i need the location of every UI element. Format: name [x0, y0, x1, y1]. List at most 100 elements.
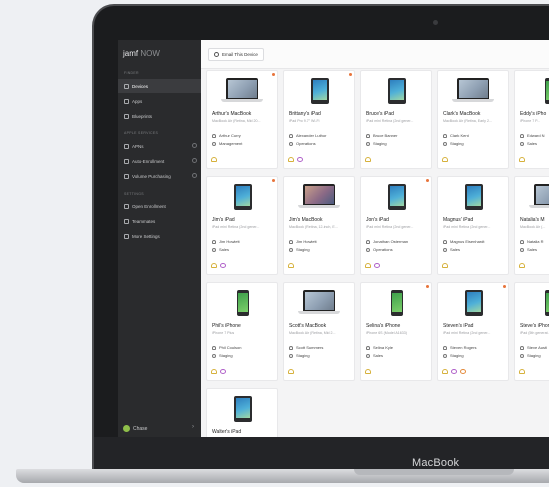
device-card[interactable]: Magnus' iPad iPad mini Retina (2nd gener.…	[437, 176, 509, 275]
group-icon	[212, 353, 216, 358]
auto-enrollment-status-icon	[192, 158, 197, 163]
sidebar-item-blueprints[interactable]: Blueprints	[118, 109, 201, 123]
sidebar-item-more-settings[interactable]: More Settings	[118, 229, 201, 243]
sidebar-item-open-enrollment[interactable]: Open Enrollment	[118, 199, 201, 213]
device-name: Scott's MacBook	[289, 323, 327, 329]
chevron-right-icon[interactable]: ›	[192, 424, 194, 430]
sidebar-item-apps[interactable]: Apps	[118, 94, 201, 108]
device-group-name: Sales	[527, 247, 538, 252]
device-card[interactable]: Bruce's iPad iPad mini Retina (2nd gener.…	[360, 70, 432, 169]
device-group: Operations	[289, 141, 316, 146]
device-group: Sales	[366, 353, 383, 358]
device-group: Sales	[520, 141, 537, 146]
device-card[interactable]: Phil's iPhone iPhone 7 Plus Phil Coulson St…	[206, 282, 278, 381]
sidebar-item-label: APNs	[132, 143, 144, 149]
sidebar-item-label: Devices	[132, 83, 149, 89]
device-user-name: Edward N	[527, 133, 545, 138]
sidebar-item-label: Volume Purchasing	[132, 173, 171, 179]
device-user-name: Phil Coulson	[219, 345, 242, 350]
user-menu[interactable]: Chase	[123, 425, 147, 432]
sidebar-item-volume-purchasing[interactable]: Volume Purchasing	[118, 169, 201, 183]
circle-icon	[460, 369, 466, 374]
device-card[interactable]: Selina's iPhone iPhone 6S (Model A1633) Se…	[360, 282, 432, 381]
people-icon	[374, 263, 380, 268]
device-card[interactable]: Walter's iPadiPad mini Retina (2nd gener…	[206, 388, 278, 437]
device-name: Jim's iPad	[212, 217, 235, 223]
people-icon	[451, 369, 457, 374]
device-card[interactable]: Jim's MacBook MacBook (Retina, 12-inch, E…	[283, 176, 355, 275]
device-card[interactable]: Eddy's iPho iPhone 7 P... Edward N Sales	[514, 70, 549, 169]
device-card[interactable]: Natalia's M MacBook Air (... Natalia R Sale…	[514, 176, 549, 275]
open-enrollment-icon	[124, 203, 129, 209]
device-card[interactable]: Brittany's iPad iPad Pro 9.7" Wi-Fi Alexan…	[283, 70, 355, 169]
device-group-name: Operations	[296, 141, 316, 146]
device-user-name: Selina Kyle	[373, 345, 394, 350]
device-model: iPad mini Retina (2nd gener...	[443, 225, 491, 229]
device-card[interactable]: Jim's iPad iPad mini Retina (2nd gener...…	[206, 176, 278, 275]
device-group-name: Sales	[450, 247, 461, 252]
apps-icon	[124, 98, 129, 104]
device-user-name: Scott Summers	[296, 345, 324, 350]
group-icon	[289, 353, 293, 358]
people-icon	[220, 369, 226, 374]
person-icon	[212, 239, 216, 244]
device-group-name: Staging	[450, 141, 464, 146]
device-group-name: Management	[219, 141, 243, 146]
device-card[interactable]: Steven's iPad iPad mini Retina (2nd gener…	[437, 282, 509, 381]
email-button-label: Email This Device	[222, 52, 258, 57]
macbook-icon	[298, 290, 340, 316]
group-icon	[212, 247, 216, 252]
device-user: Phil Coulson	[212, 345, 241, 350]
lock-icon	[365, 369, 371, 374]
auto-enrollment-icon	[124, 158, 129, 164]
sidebar-item-auto-enrollment[interactable]: Auto-Enrollment	[118, 154, 201, 168]
device-card[interactable]: Scott's MacBook MacBook Air (Retina, Mid …	[283, 282, 355, 381]
person-icon	[289, 133, 293, 138]
device-name: Eddy's iPho	[520, 111, 547, 117]
device-status-icons	[211, 263, 226, 270]
sidebar-item-teammates[interactable]: Teammates	[118, 214, 201, 228]
person-icon	[289, 239, 293, 244]
sidebar-item-apns[interactable]: APNs	[118, 139, 201, 153]
people-icon	[220, 263, 226, 268]
device-model: iPhone 7 Plus	[212, 331, 235, 335]
logo-text: jamf	[123, 49, 139, 58]
device-user-name: Jonathan Osterman	[373, 239, 409, 244]
app-logo[interactable]: jamf NOW	[123, 49, 160, 58]
device-user: Arthur Curry	[212, 133, 241, 138]
ipad-icon	[234, 396, 252, 422]
device-group-name: Operations	[373, 247, 393, 252]
device-card[interactable]: Clark's MacBook MacBook Air (Retina, Earl…	[437, 70, 509, 169]
device-model: iPad mini Retina (2nd gener...	[366, 119, 414, 123]
device-user: Jonathan Osterman	[366, 239, 408, 244]
sidebar-item-label: Teammates	[132, 218, 156, 224]
macbook-icon	[452, 78, 494, 104]
device-status-icons	[365, 263, 380, 270]
device-card[interactable]: Steve's iPhone iPad (5th generat... Steve …	[514, 282, 549, 381]
device-group-name: Sales	[527, 141, 538, 146]
alert-dot-icon	[426, 285, 429, 288]
device-user: Clark Kent	[443, 133, 469, 138]
device-status-icons	[442, 369, 466, 376]
sidebar: jamf NOW FINDER Devices Apps Blueprints …	[118, 40, 201, 437]
device-user-name: Steve Austi	[527, 345, 548, 350]
section-finder: FINDER	[124, 71, 139, 75]
device-card[interactable]: Jon's iPad iPad mini Retina (2nd gener...…	[360, 176, 432, 275]
macbook-icon	[298, 184, 340, 210]
device-status-icons	[519, 157, 525, 164]
person-icon	[212, 345, 216, 350]
device-model: iPhone 6S (Model A1633)	[366, 331, 407, 335]
device-group: Operations	[366, 247, 393, 252]
email-icon	[214, 52, 219, 57]
device-user: Scott Summers	[289, 345, 323, 350]
device-card[interactable]: Arthur's MacBook MacBook Air (Retina, Mid…	[206, 70, 278, 169]
device-status-icons	[519, 263, 525, 270]
group-icon	[212, 141, 216, 146]
device-group-name: Sales	[219, 247, 230, 252]
sidebar-item-label: Open Enrollment	[132, 203, 166, 209]
sidebar-item-devices[interactable]: Devices	[118, 79, 201, 93]
email-device-button[interactable]: Email This Device	[208, 48, 264, 61]
lock-icon	[442, 157, 448, 162]
user-name: Chase	[133, 425, 148, 432]
iphone-icon	[391, 290, 403, 316]
